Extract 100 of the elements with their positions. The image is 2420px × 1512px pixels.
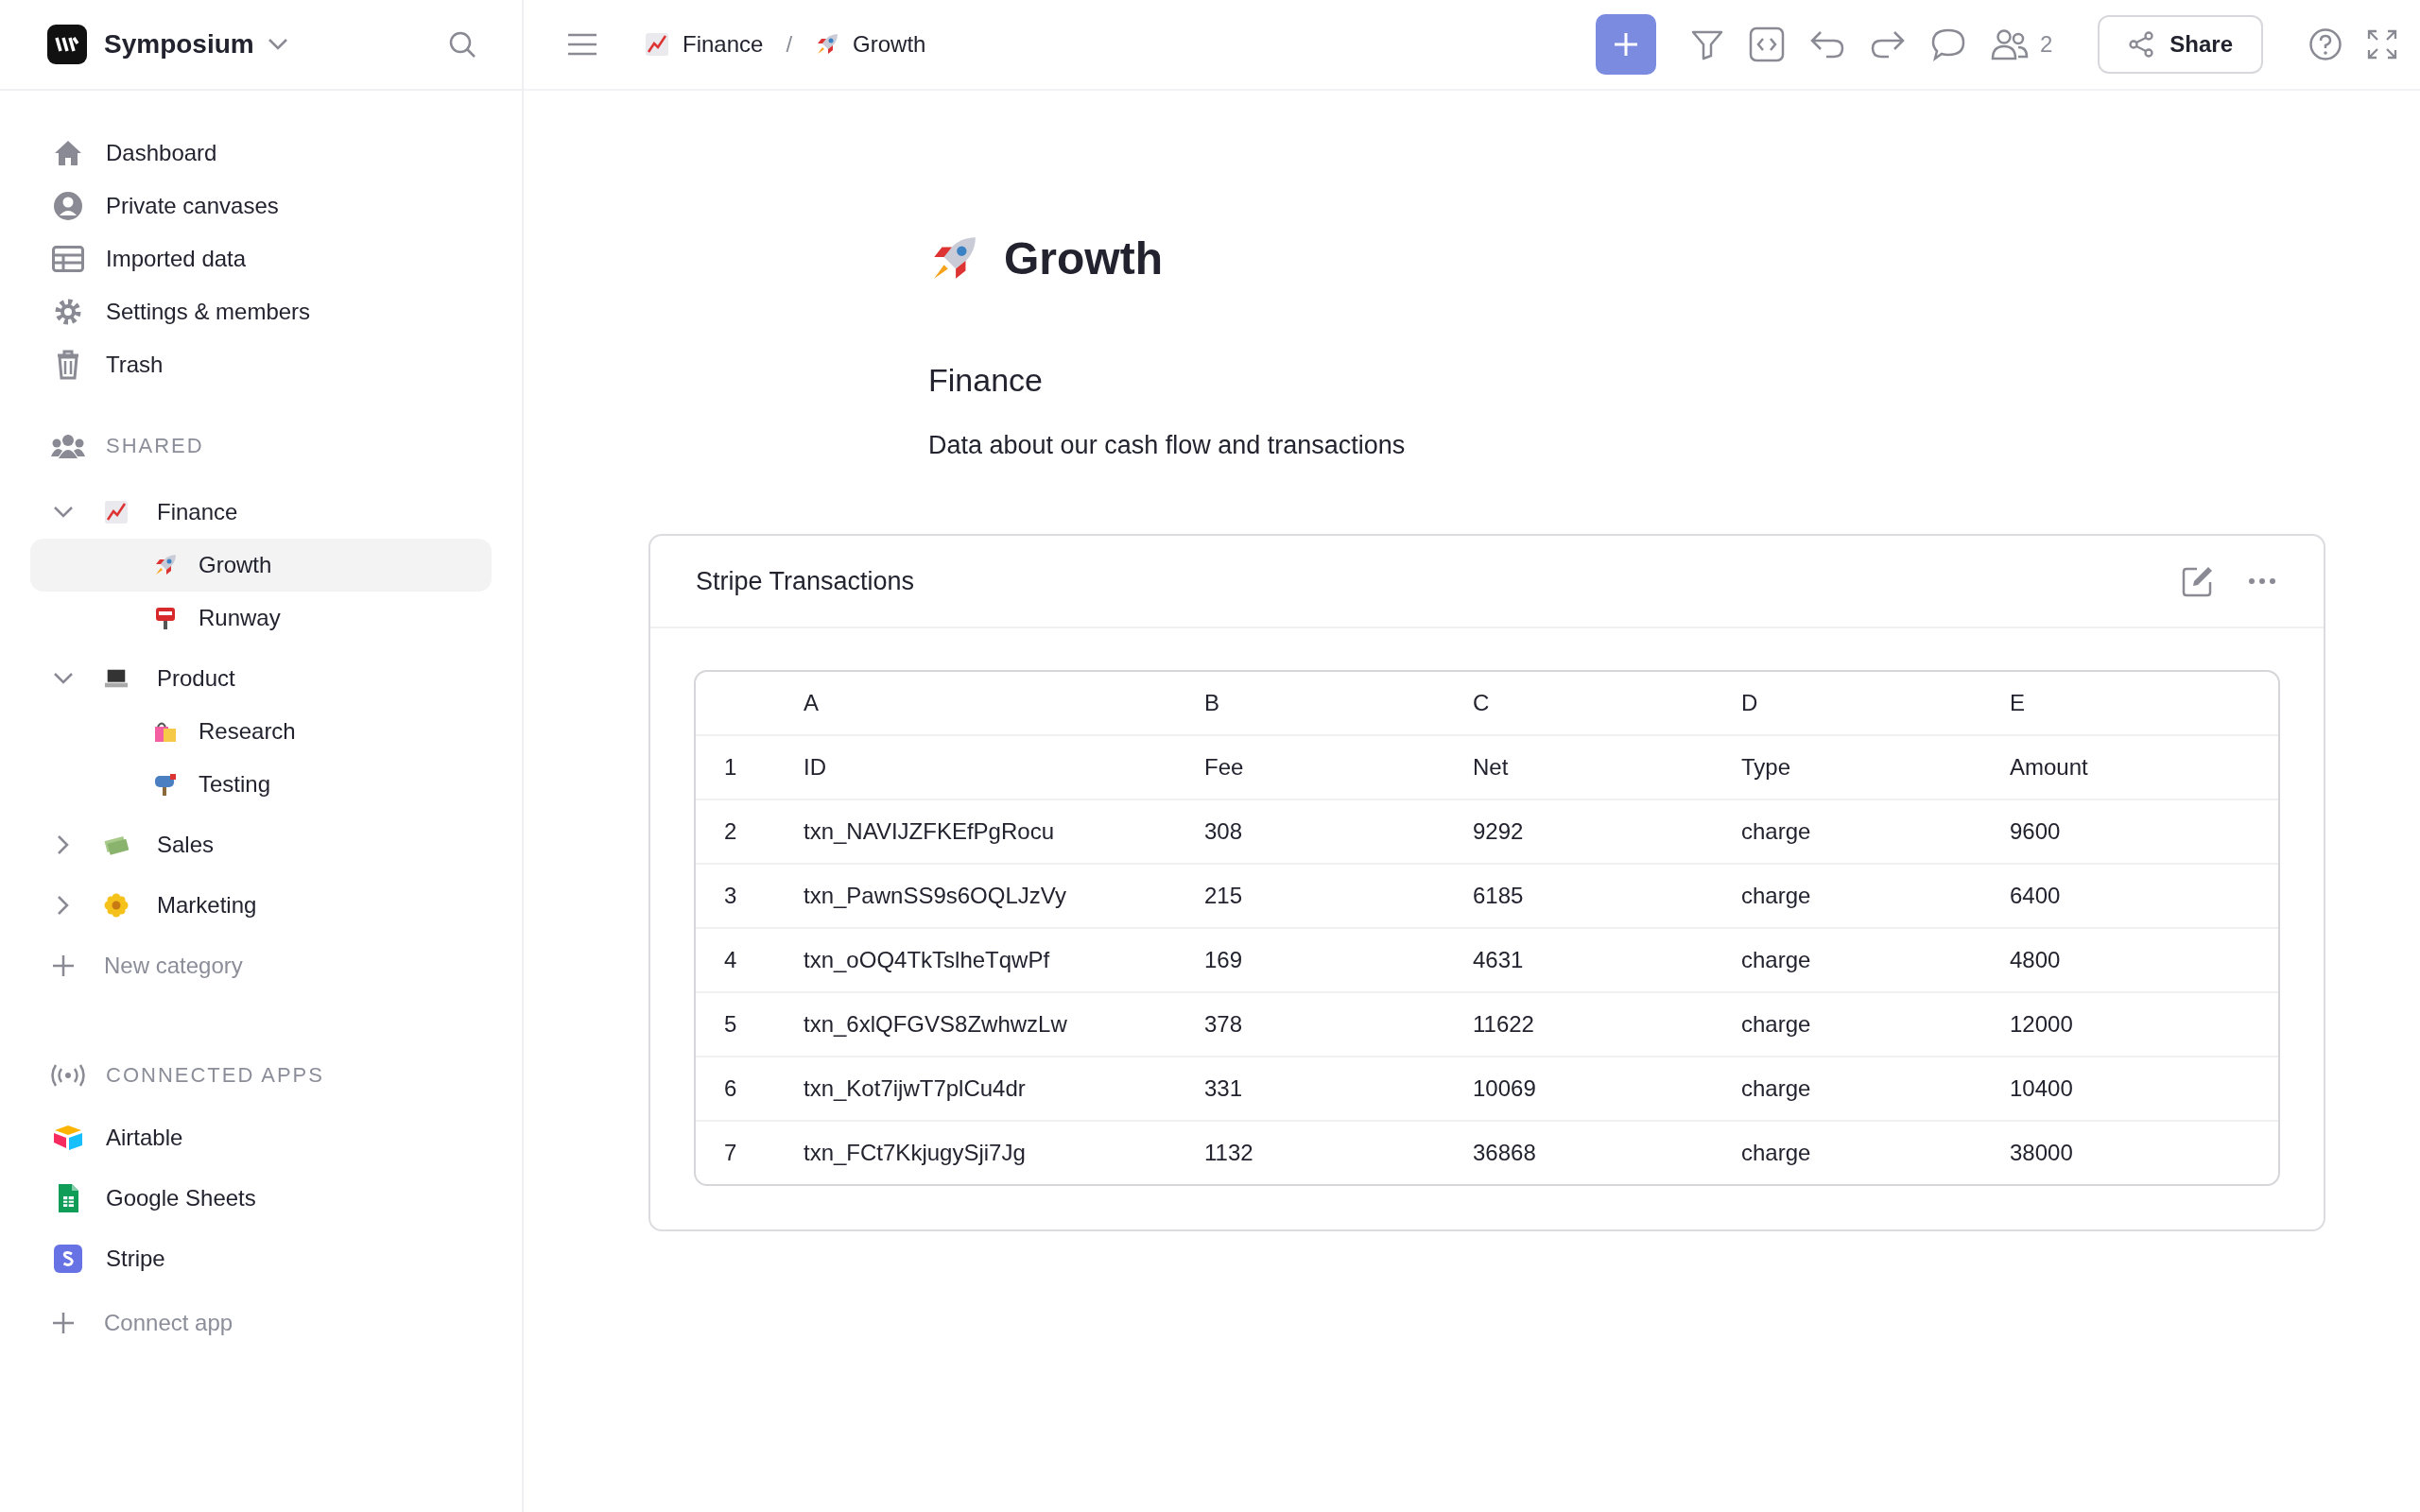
table-cell: 6400	[2010, 883, 2061, 908]
table-cell: charge	[1741, 1075, 1811, 1101]
chevron-down-icon[interactable]	[53, 672, 74, 685]
canvas-item[interactable]: Testing	[30, 758, 492, 811]
table-cell: 6185	[1473, 883, 1524, 908]
category-item[interactable]: Sales	[30, 818, 492, 871]
mailbox-icon	[154, 606, 177, 630]
nav-item[interactable]: Dashboard	[30, 127, 492, 180]
table-cell: txn_Kot7ijwT7plCu4dr	[804, 1075, 1026, 1101]
workspace-logo-icon	[47, 25, 87, 64]
mailbox-icon	[153, 772, 178, 797]
table-cell: ID	[804, 754, 826, 780]
table-cell: 4800	[2010, 947, 2061, 972]
column-header: C	[1473, 690, 1490, 715]
section-heading: SHARED	[106, 434, 204, 458]
app-item[interactable]: Stripe	[30, 1228, 492, 1289]
row-number: 7	[724, 1140, 737, 1165]
table-cell: 9292	[1473, 818, 1524, 844]
category-item[interactable]: Marketing	[30, 879, 492, 932]
category-item[interactable]: Product	[30, 652, 492, 705]
section-title: Finance	[928, 362, 1044, 399]
app-item[interactable]: Airtable	[30, 1108, 492, 1168]
table-cell: 9600	[2010, 818, 2061, 844]
table-cell: 12000	[2010, 1011, 2073, 1037]
table-cell: charge	[1741, 1140, 1811, 1165]
nav-item[interactable]: Settings & members	[30, 285, 492, 338]
search-icon[interactable]	[448, 30, 476, 59]
table-cell: 378	[1204, 1011, 1243, 1037]
row-number: 4	[724, 947, 737, 972]
chart-icon	[645, 32, 669, 57]
table-cell: 1132	[1204, 1140, 1253, 1165]
spreadsheet-logo-icon	[57, 1183, 79, 1213]
table-cell: 38000	[2010, 1140, 2073, 1165]
table-cell: txn_6xlQFGVS8ZwhwzLw	[804, 1011, 1067, 1037]
money-icon	[104, 833, 129, 856]
plus-icon	[52, 1312, 75, 1334]
share-icon	[2128, 31, 2155, 58]
group-icon	[51, 434, 85, 458]
column-header: A	[804, 690, 819, 715]
chevron-right-icon[interactable]	[57, 834, 70, 855]
card-title: Stripe Transactions	[696, 566, 916, 596]
menu-icon[interactable]	[567, 32, 597, 57]
table-cell: txn_FCt7KkjugySji7Jg	[804, 1140, 1026, 1165]
rocket-icon	[815, 32, 840, 57]
workspace-switcher[interactable]: Symposium	[104, 29, 288, 60]
table-cell: charge	[1741, 818, 1811, 844]
table-cell: 10069	[1473, 1075, 1536, 1101]
column-header: B	[1204, 690, 1219, 715]
people-icon	[1990, 28, 2029, 60]
app-item[interactable]: Google Sheets	[30, 1168, 492, 1228]
table-cell: txn_oOQ4TkTslheTqwPf	[804, 947, 1050, 972]
column-header: E	[2010, 690, 2025, 715]
breadcrumb-link[interactable]: Growth	[853, 31, 926, 58]
table-cell: charge	[1741, 1011, 1811, 1037]
chevron-down-icon[interactable]	[53, 506, 74, 519]
row-number: 6	[724, 1075, 737, 1101]
table-cell: txn_PawnSS9s6OQLJzVy	[804, 883, 1066, 908]
plus-icon	[1612, 31, 1639, 58]
table-cell: 11622	[1473, 1011, 1534, 1037]
more-icon[interactable]	[2248, 577, 2276, 585]
laptop-icon	[104, 667, 129, 690]
breadcrumb-separator: /	[786, 31, 793, 58]
add-button[interactable]	[1595, 14, 1656, 75]
edit-icon[interactable]	[2182, 565, 2214, 597]
page-title: Growth	[1004, 232, 1163, 284]
canvas-item[interactable]: Growth	[30, 539, 492, 592]
canvas-item[interactable]: Runway	[30, 592, 492, 644]
table-cell: 331	[1204, 1075, 1243, 1101]
row-number: 3	[724, 883, 737, 908]
row-number: 2	[724, 818, 737, 844]
nav-item[interactable]: Imported data	[30, 232, 492, 285]
table-cell: Amount	[2010, 754, 2088, 780]
table-cell: 169	[1204, 947, 1243, 972]
chart-icon	[104, 500, 129, 524]
breadcrumb-link[interactable]: Finance	[683, 31, 764, 58]
section-description: Data about our cash flow and transactions	[928, 431, 1407, 460]
house-icon	[53, 139, 83, 167]
category-item[interactable]: Finance	[30, 486, 492, 539]
broadcast-icon	[51, 1064, 85, 1087]
row-number: 1	[724, 754, 737, 780]
nav-item[interactable]: Trash	[30, 338, 492, 391]
table-icon	[52, 246, 84, 272]
nav-item[interactable]: Private canvases	[30, 180, 492, 232]
flower-icon	[104, 893, 129, 918]
table-cell: txn_NAVIJZFKEfPgRocu	[804, 818, 1054, 844]
stripe-logo-icon	[54, 1245, 82, 1273]
gear-icon	[54, 298, 82, 326]
table-cell: Net	[1473, 754, 1509, 780]
table-cell: 215	[1204, 883, 1243, 908]
trash-icon	[56, 350, 80, 380]
table-cell: 308	[1204, 818, 1243, 844]
share-button[interactable]: Share	[2098, 15, 2263, 74]
plus-icon	[52, 954, 75, 977]
section-heading: CONNECTED APPS	[106, 1063, 324, 1088]
table-cell: charge	[1741, 883, 1811, 908]
table-cell: 10400	[2010, 1075, 2073, 1101]
chevron-down-icon[interactable]	[267, 38, 288, 51]
rocket-icon	[153, 553, 178, 577]
chevron-right-icon[interactable]	[57, 895, 70, 916]
canvas-item[interactable]: Research	[30, 705, 492, 758]
